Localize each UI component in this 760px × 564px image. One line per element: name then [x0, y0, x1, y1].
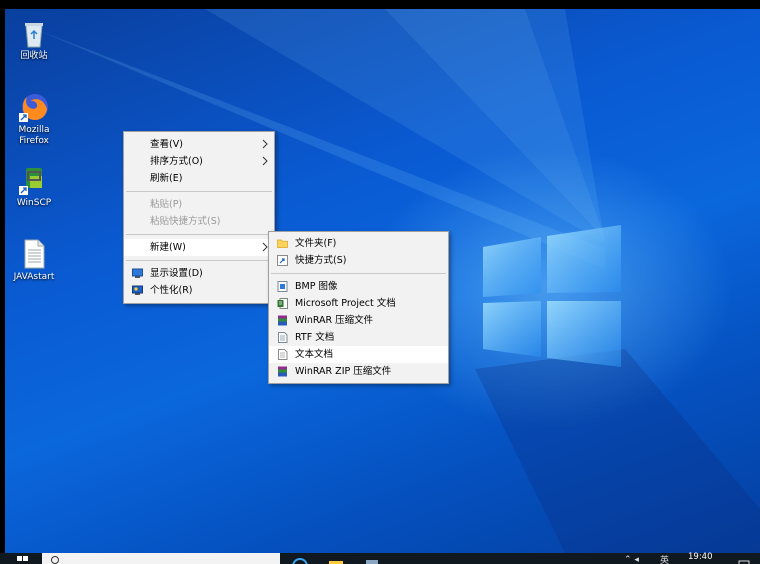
submenu-item-shortcut[interactable]: 快捷方式(S): [269, 252, 448, 269]
desktop-icon-label: WinSCP: [16, 198, 52, 208]
tray-icons[interactable]: ⌃ ◂: [624, 553, 664, 564]
text-file-icon: [18, 238, 50, 270]
shortcut-icon: [277, 255, 288, 266]
menu-item-view[interactable]: 查看(V): [124, 136, 274, 153]
menu-separator: [126, 191, 272, 192]
menu-item-label: 查看(V): [150, 139, 183, 150]
ime-indicator[interactable]: 英: [660, 553, 674, 564]
chevron-right-icon: [262, 156, 268, 166]
submenu-item-rtf[interactable]: RTF 文档: [269, 329, 448, 346]
notification-icon[interactable]: [738, 553, 750, 564]
tray-chevron-icon[interactable]: ⌃: [624, 555, 632, 564]
new-submenu: 文件夹(F) 快捷方式(S) BMP 图像 Microsoft Project …: [268, 231, 449, 384]
taskbar-cortana-icon[interactable]: [292, 553, 308, 564]
menu-item-paste: 粘贴(P): [124, 196, 274, 213]
submenu-item-winrar[interactable]: WinRAR 压缩文件: [269, 312, 448, 329]
menu-separator: [126, 234, 272, 235]
screen: 回收站 Mozilla Firefox WinSCP JAVAstart 查看(…: [0, 0, 760, 564]
menu-separator: [271, 273, 446, 274]
display-settings-icon: [132, 268, 143, 278]
desktop-icon-recycle-bin[interactable]: 回收站: [5, 17, 63, 62]
menu-item-label: 个性化(R): [150, 285, 193, 296]
menu-item-label: WinRAR 压缩文件: [295, 315, 374, 326]
taskbar-file-explorer-icon[interactable]: [328, 553, 344, 564]
menu-item-label: WinRAR ZIP 压缩文件: [295, 366, 392, 377]
folder-icon: [277, 239, 288, 248]
desktop-icon-label-line1: Mozilla: [18, 125, 50, 135]
menu-item-label: 快捷方式(S): [295, 255, 347, 266]
taskbar: ⌃ ◂ 英 19:40: [0, 553, 760, 564]
menu-item-label: 文本文档: [295, 349, 334, 360]
winrar-zip-icon: [278, 366, 287, 377]
desktop-icon-label: 回收站: [20, 51, 48, 61]
submenu-item-text-document[interactable]: 文本文档: [269, 346, 448, 363]
desktop-icon-javastart[interactable]: JAVAstart: [5, 238, 63, 283]
submenu-item-folder[interactable]: 文件夹(F): [269, 235, 448, 252]
menu-item-label: Microsoft Project 文档: [295, 298, 396, 309]
recycle-bin-icon: [18, 17, 50, 49]
menu-item-label: 粘贴快捷方式(S): [150, 216, 221, 227]
start-button-icon[interactable]: [16, 553, 30, 564]
winrar-icon: [278, 315, 287, 326]
personalize-icon: [132, 285, 143, 295]
taskbar-app-icon[interactable]: [364, 553, 380, 564]
chevron-right-icon: [262, 139, 268, 149]
firefox-icon: [18, 91, 50, 123]
menu-item-label: 文件夹(F): [295, 238, 337, 249]
desktop-icon-winscp[interactable]: WinSCP: [5, 164, 63, 209]
text-document-icon: [278, 349, 288, 360]
rtf-icon: [278, 332, 288, 343]
menu-separator: [126, 260, 272, 261]
menu-item-sort-by[interactable]: 排序方式(O): [124, 153, 274, 170]
screen-left-border: [0, 0, 5, 553]
submenu-item-project[interactable]: Microsoft Project 文档: [269, 295, 448, 312]
search-icon: [51, 556, 59, 564]
desktop-context-menu: 查看(V) 排序方式(O) 刷新(E) 粘贴(P) 粘贴快捷方式(S) 新建(W…: [123, 131, 275, 304]
desktop-icon-label-line2: Firefox: [19, 136, 49, 146]
menu-item-personalize[interactable]: 个性化(R): [124, 282, 274, 299]
tray-volume-icon[interactable]: ◂: [634, 555, 639, 564]
project-icon: [277, 298, 288, 309]
menu-item-label: BMP 图像: [295, 281, 338, 292]
menu-item-label: 刷新(E): [150, 173, 183, 184]
menu-item-paste-shortcut: 粘贴快捷方式(S): [124, 213, 274, 230]
screen-top-border: [0, 0, 760, 9]
windows-logo-wallpaper: [483, 225, 621, 367]
menu-item-new[interactable]: 新建(W): [124, 239, 274, 256]
menu-item-label: 粘贴(P): [150, 199, 183, 210]
winscp-icon: [18, 164, 50, 196]
submenu-item-bmp[interactable]: BMP 图像: [269, 278, 448, 295]
menu-item-label: 新建(W): [150, 242, 186, 253]
bmp-icon: [277, 281, 288, 292]
menu-item-label: 排序方式(O): [150, 156, 203, 167]
menu-item-label: RTF 文档: [295, 332, 335, 343]
desktop[interactable]: 回收站 Mozilla Firefox WinSCP JAVAstart 查看(…: [5, 9, 760, 553]
clock[interactable]: 19:40: [688, 553, 718, 564]
taskbar-search-box[interactable]: [42, 553, 280, 564]
menu-item-refresh[interactable]: 刷新(E): [124, 170, 274, 187]
submenu-item-winrar-zip[interactable]: WinRAR ZIP 压缩文件: [269, 363, 448, 380]
desktop-icon-firefox[interactable]: Mozilla Firefox: [5, 91, 63, 147]
menu-item-display-settings[interactable]: 显示设置(D): [124, 265, 274, 282]
menu-item-label: 显示设置(D): [150, 268, 203, 279]
desktop-icon-label: JAVAstart: [13, 272, 55, 282]
